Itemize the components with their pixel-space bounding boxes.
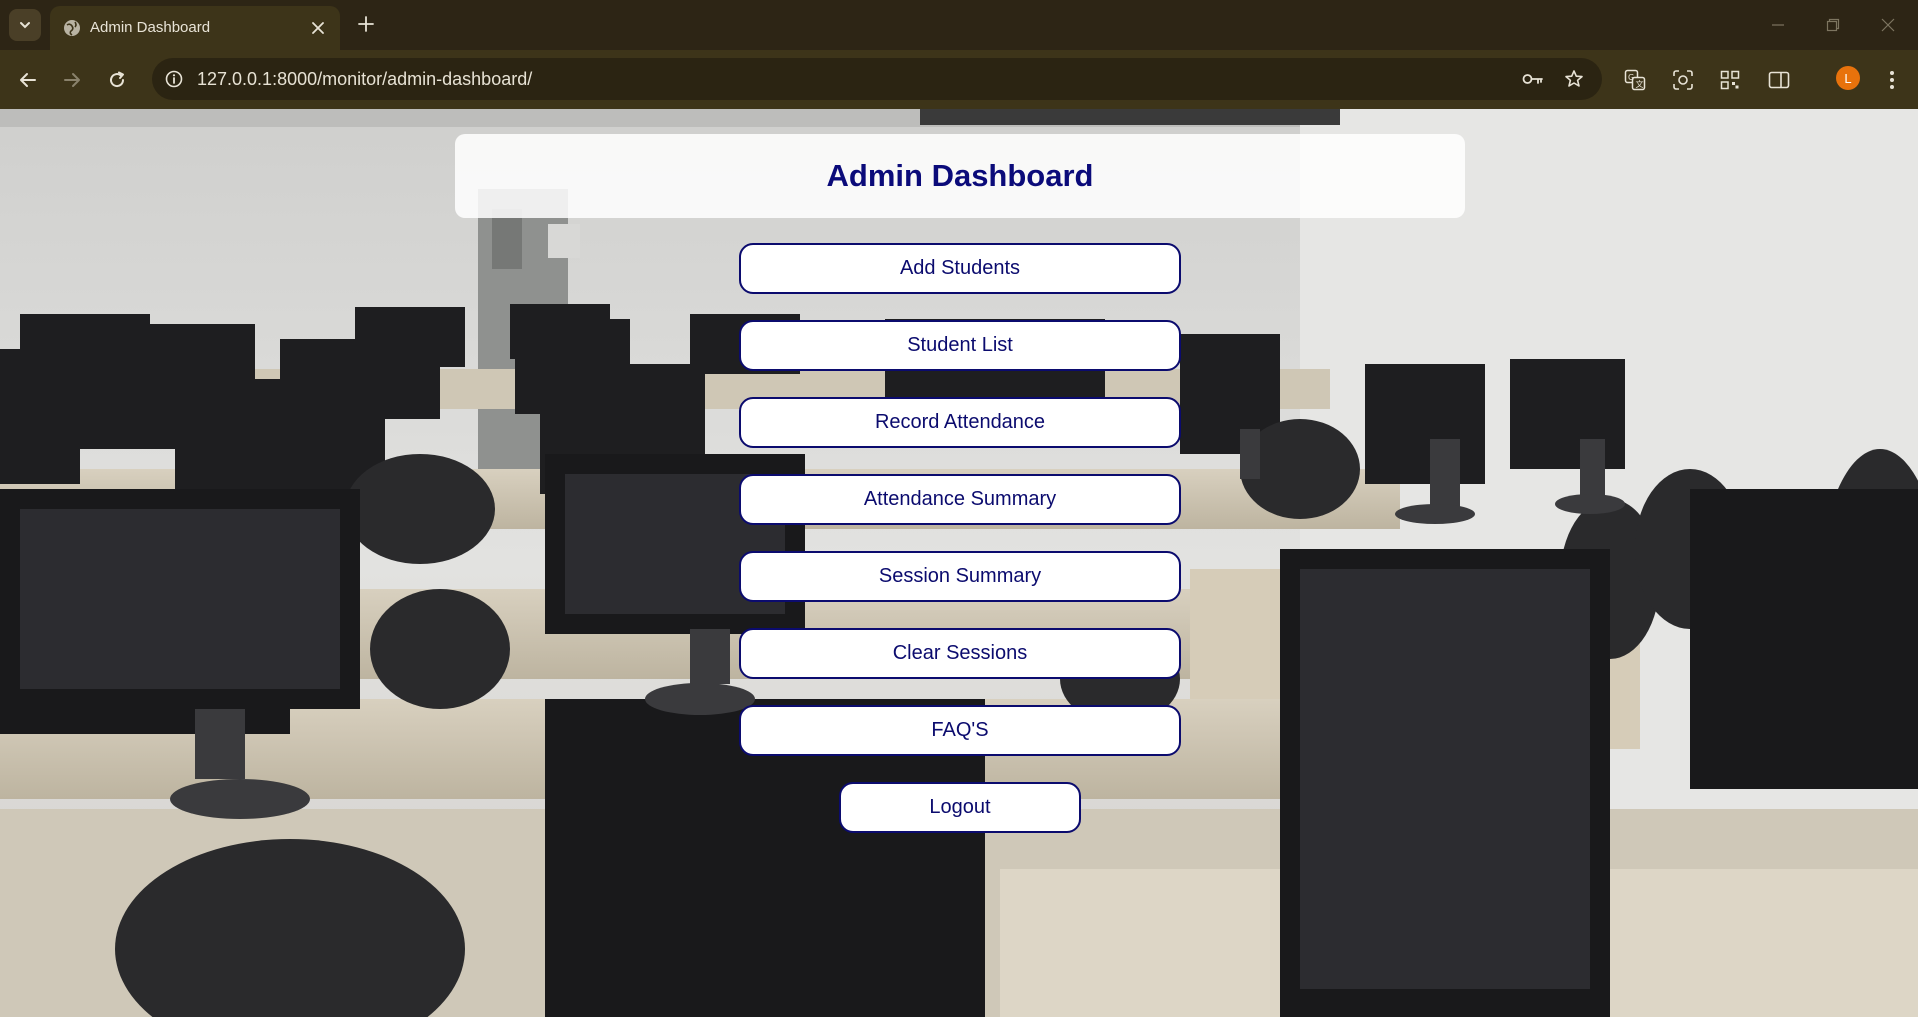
window-close-button[interactable] <box>1870 10 1906 40</box>
tab-close-button[interactable] <box>308 18 328 38</box>
page-title: Admin Dashboard <box>826 158 1094 193</box>
chevron-down-icon <box>20 22 30 29</box>
globe-icon <box>64 20 80 36</box>
browser-toolbar: 127.0.0.1:8000/monitor/admin-dashboard/ … <box>0 50 1918 109</box>
site-info-button[interactable] <box>160 65 188 93</box>
header-card: Admin Dashboard <box>455 134 1465 218</box>
translate-button[interactable]: G 文 <box>1619 64 1651 96</box>
svg-text:文: 文 <box>1636 79 1644 89</box>
close-icon <box>312 22 324 34</box>
browser-menu-button[interactable] <box>1876 64 1908 96</box>
faqs-button[interactable]: FAQ'S <box>739 705 1181 756</box>
clear-sessions-button[interactable]: Clear Sessions <box>739 628 1181 679</box>
tab-title: Admin Dashboard <box>90 19 211 36</box>
arrow-left-icon <box>20 73 36 87</box>
star-icon <box>1565 70 1583 87</box>
attendance-summary-button[interactable]: Attendance Summary <box>739 474 1181 525</box>
translate-icon: G 文 <box>1624 69 1646 91</box>
page-viewport: Admin Dashboard Add Students Student Lis… <box>0 109 1918 1017</box>
add-students-button[interactable]: Add Students <box>739 243 1181 294</box>
reload-icon <box>110 71 125 88</box>
camera-search-icon <box>1673 70 1693 90</box>
info-icon <box>165 70 183 88</box>
side-panel-icon <box>1768 71 1790 89</box>
arrow-right-icon <box>64 73 80 87</box>
kebab-menu-icon <box>1890 71 1894 89</box>
side-panel-button[interactable] <box>1763 64 1795 96</box>
session-summary-button[interactable]: Session Summary <box>739 551 1181 602</box>
restore-button[interactable] <box>1815 10 1851 40</box>
new-tab-button[interactable] <box>353 11 379 37</box>
tab-search-button[interactable] <box>9 9 41 41</box>
qr-code-button[interactable] <box>1714 64 1746 96</box>
url-text: 127.0.0.1:8000/monitor/admin-dashboard/ <box>197 69 533 89</box>
bookmark-button[interactable] <box>1560 65 1588 93</box>
restore-icon <box>1826 18 1840 32</box>
plus-icon <box>358 16 374 32</box>
key-icon <box>1522 74 1543 84</box>
back-button[interactable] <box>12 64 44 96</box>
close-icon <box>1881 18 1895 32</box>
qr-code-icon <box>1720 70 1740 90</box>
active-tab[interactable]: Admin Dashboard <box>50 6 340 50</box>
record-attendance-button[interactable]: Record Attendance <box>739 397 1181 448</box>
tab-strip: Admin Dashboard <box>0 0 1918 50</box>
address-bar[interactable]: 127.0.0.1:8000/monitor/admin-dashboard/ <box>152 58 1602 100</box>
student-list-button[interactable]: Student List <box>739 320 1181 371</box>
forward-button[interactable] <box>56 64 88 96</box>
logout-button[interactable]: Logout <box>839 782 1081 833</box>
profile-avatar[interactable]: L <box>1836 66 1860 90</box>
minimize-icon <box>1772 24 1784 26</box>
svg-text:G: G <box>1628 73 1634 82</box>
password-manager-button[interactable] <box>1519 65 1547 93</box>
minimize-button[interactable] <box>1760 10 1796 40</box>
reload-button[interactable] <box>101 64 133 96</box>
lens-button[interactable] <box>1667 64 1699 96</box>
